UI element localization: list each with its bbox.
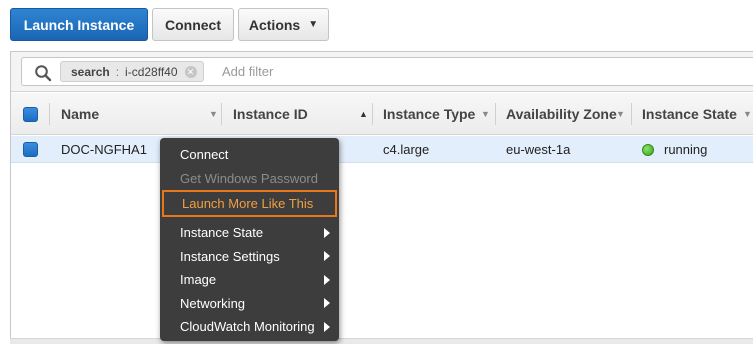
chevron-down-icon: ▼ (308, 19, 319, 30)
launch-instance-button[interactable]: Launch Instance (10, 8, 148, 41)
menu-item-label: Launch More Like This (182, 196, 314, 211)
column-label: Name (61, 106, 100, 122)
status-running-icon (642, 143, 654, 156)
menu-item-label: CloudWatch Monitoring (180, 319, 315, 335)
column-label: Instance Type (383, 106, 476, 122)
menu-item-image[interactable]: Image (160, 268, 339, 292)
column-divider (372, 103, 373, 125)
menu-item-connect[interactable]: Connect (160, 143, 339, 167)
row-checkbox[interactable] (23, 136, 38, 163)
horizontal-scrollbar[interactable] (10, 338, 753, 344)
select-all-checkbox[interactable] (23, 93, 38, 135)
menu-item-cloudwatch-monitoring[interactable]: CloudWatch Monitoring (160, 315, 339, 339)
cell-name: DOC-NGFHA1 (61, 142, 147, 157)
cell-availability-zone: eu-west-1a (506, 142, 571, 157)
column-header-instance-state[interactable]: Instance State ▼ (642, 93, 753, 135)
column-label: Instance State (642, 106, 737, 122)
menu-item-instance-state[interactable]: Instance State (160, 221, 339, 245)
cell-instance-state: running (642, 136, 707, 163)
toolbar: Launch Instance Connect Actions ▼ (0, 0, 753, 50)
search-input[interactable]: search : i-cd28ff40 ✕ Add filter (21, 57, 753, 86)
sort-caret-icon: ▼ (209, 109, 218, 119)
column-header-availability-zone[interactable]: Availability Zone ▼ (506, 93, 631, 135)
connect-button[interactable]: Connect (152, 8, 234, 41)
submenu-arrow-icon (324, 321, 330, 332)
menu-item-label: Image (180, 272, 217, 288)
menu-item-label: Networking (180, 295, 246, 311)
remove-filter-icon[interactable]: ✕ (184, 65, 197, 78)
column-divider (49, 103, 50, 125)
sort-caret-icon: ▼ (743, 109, 752, 119)
column-divider (631, 103, 632, 125)
sort-caret-icon: ▼ (481, 109, 490, 119)
table-header: Name ▼ Instance ID ▲ Instance Type ▼ Ava… (11, 93, 753, 135)
column-divider (495, 103, 496, 125)
submenu-arrow-icon (324, 298, 330, 309)
column-header-instance-type[interactable]: Instance Type ▼ (383, 93, 493, 135)
filter-token[interactable]: search : i-cd28ff40 ✕ (60, 61, 204, 82)
menu-item-get-windows-password: Get Windows Password (160, 167, 339, 191)
sort-ascending-icon: ▲ (359, 109, 368, 119)
column-divider (221, 103, 222, 125)
search-icon (35, 65, 52, 82)
column-label: Instance ID (233, 106, 308, 122)
submenu-arrow-icon (324, 227, 330, 238)
checkbox-checked-icon (23, 106, 38, 122)
add-filter-placeholder[interactable]: Add filter (222, 64, 273, 79)
context-menu: Connect Get Windows Password Launch More… (160, 138, 339, 341)
instances-panel: search : i-cd28ff40 ✕ Add filter Name ▼ … (10, 51, 753, 344)
sort-caret-icon: ▼ (616, 109, 625, 119)
menu-item-label: Connect (180, 147, 229, 163)
filter-token-separator: : (115, 64, 120, 79)
filter-bar: search : i-cd28ff40 ✕ Add filter (11, 52, 753, 92)
cell-instance-type: c4.large (383, 142, 430, 157)
submenu-arrow-icon (324, 274, 330, 285)
menu-item-label: Get Windows Password (180, 170, 318, 186)
checkbox-checked-icon (23, 142, 38, 157)
status-text: running (664, 142, 708, 157)
menu-item-launch-more-like-this[interactable]: Launch More Like This (162, 190, 337, 217)
menu-item-networking[interactable]: Networking (160, 292, 339, 316)
menu-item-label: Instance Settings (180, 248, 280, 264)
column-header-instance-id[interactable]: Instance ID ▲ (233, 93, 373, 135)
menu-item-instance-settings[interactable]: Instance Settings (160, 245, 339, 269)
column-header-name[interactable]: Name ▼ (61, 93, 221, 135)
actions-label: Actions (248, 16, 301, 33)
menu-item-label: Instance State (180, 225, 264, 241)
actions-dropdown-button[interactable]: Actions ▼ (238, 8, 329, 41)
filter-token-key: search (71, 64, 110, 79)
submenu-arrow-icon (324, 251, 330, 262)
filter-token-value: i-cd28ff40 (125, 64, 178, 79)
table-row[interactable]: DOC-NGFHA1 c4.large eu-west-1a running (11, 136, 753, 163)
column-label: Availability Zone (506, 106, 617, 122)
